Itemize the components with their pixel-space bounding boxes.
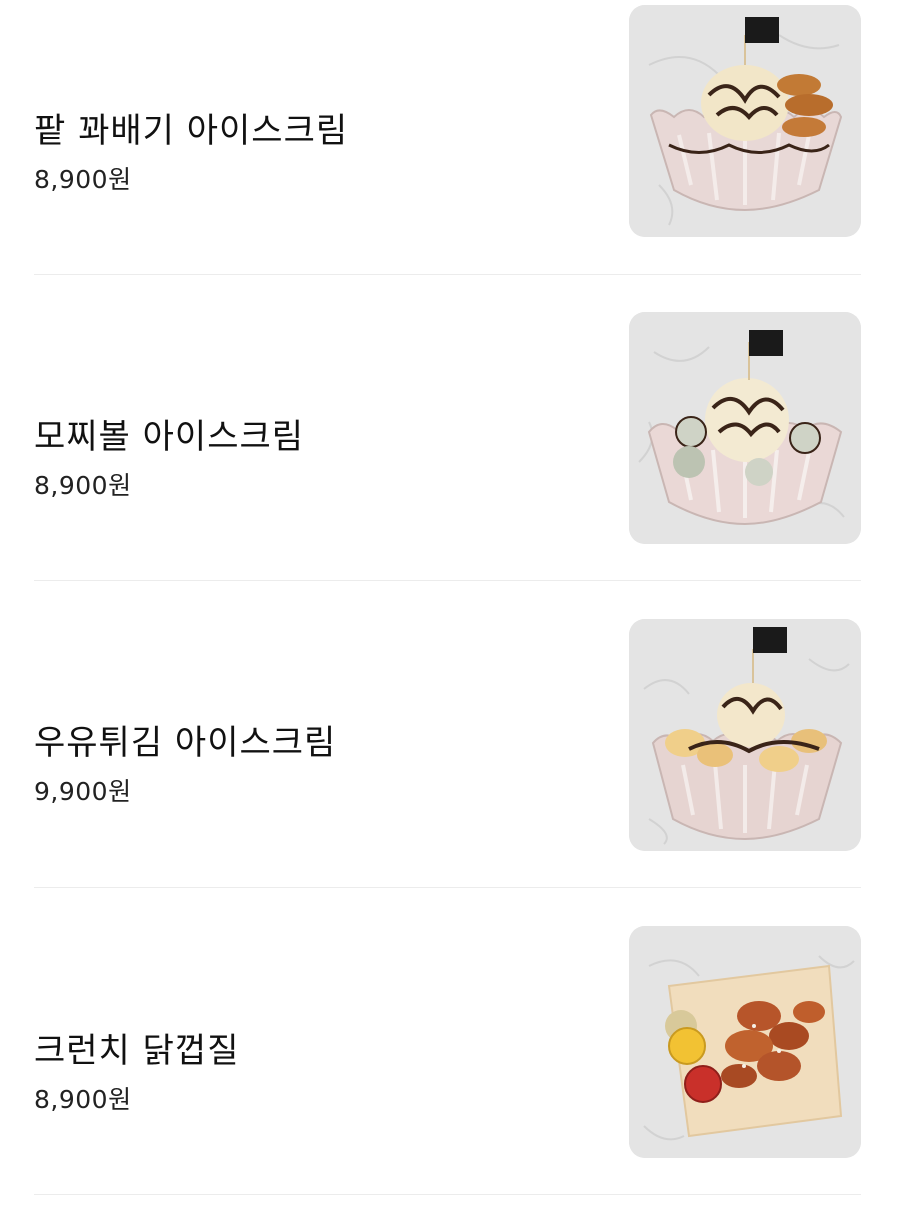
menu-item-price: 8,900원 [34,1085,132,1115]
divider [34,274,861,275]
divider [34,580,861,581]
menu-item-price: 9,900원 [34,777,132,807]
menu-list: 팥 꽈배기 아이스크림 8,900원 모찌볼 아이스크림 8,900원 우유튀김… [0,0,897,1199]
menu-item-name: 우유튀김 아이스크림 [34,722,337,763]
twisted-donut-ice-cream-photo[interactable] [629,5,861,237]
menu-item[interactable]: 모찌볼 아이스크림 8,900원 [0,306,897,612]
menu-item-price: 8,900원 [34,471,132,501]
menu-item-text: 크런치 닭껍질 8,900원 [34,920,594,1226]
menu-item-name: 크런치 닭껍질 [34,1030,240,1071]
fried-milk-ice-cream-photo[interactable] [629,619,861,851]
menu-item-text: 우유튀김 아이스크림 9,900원 [34,612,594,918]
divider [34,887,861,888]
menu-item-name: 팥 꽈배기 아이스크림 [34,110,349,151]
menu-item[interactable]: 크런치 닭껍질 8,900원 [0,920,897,1226]
menu-item[interactable]: 우유튀김 아이스크림 9,900원 [0,612,897,918]
menu-item[interactable]: 팥 꽈배기 아이스크림 8,900원 [0,0,897,306]
menu-item-text: 모찌볼 아이스크림 8,900원 [34,306,594,612]
crunchy-chicken-skin-photo[interactable] [629,926,861,1158]
menu-item-name: 모찌볼 아이스크림 [34,416,305,457]
menu-item-text: 팥 꽈배기 아이스크림 8,900원 [34,0,594,306]
mochi-ball-ice-cream-photo[interactable] [629,312,861,544]
divider [34,1194,861,1195]
menu-item-price: 8,900원 [34,165,132,195]
